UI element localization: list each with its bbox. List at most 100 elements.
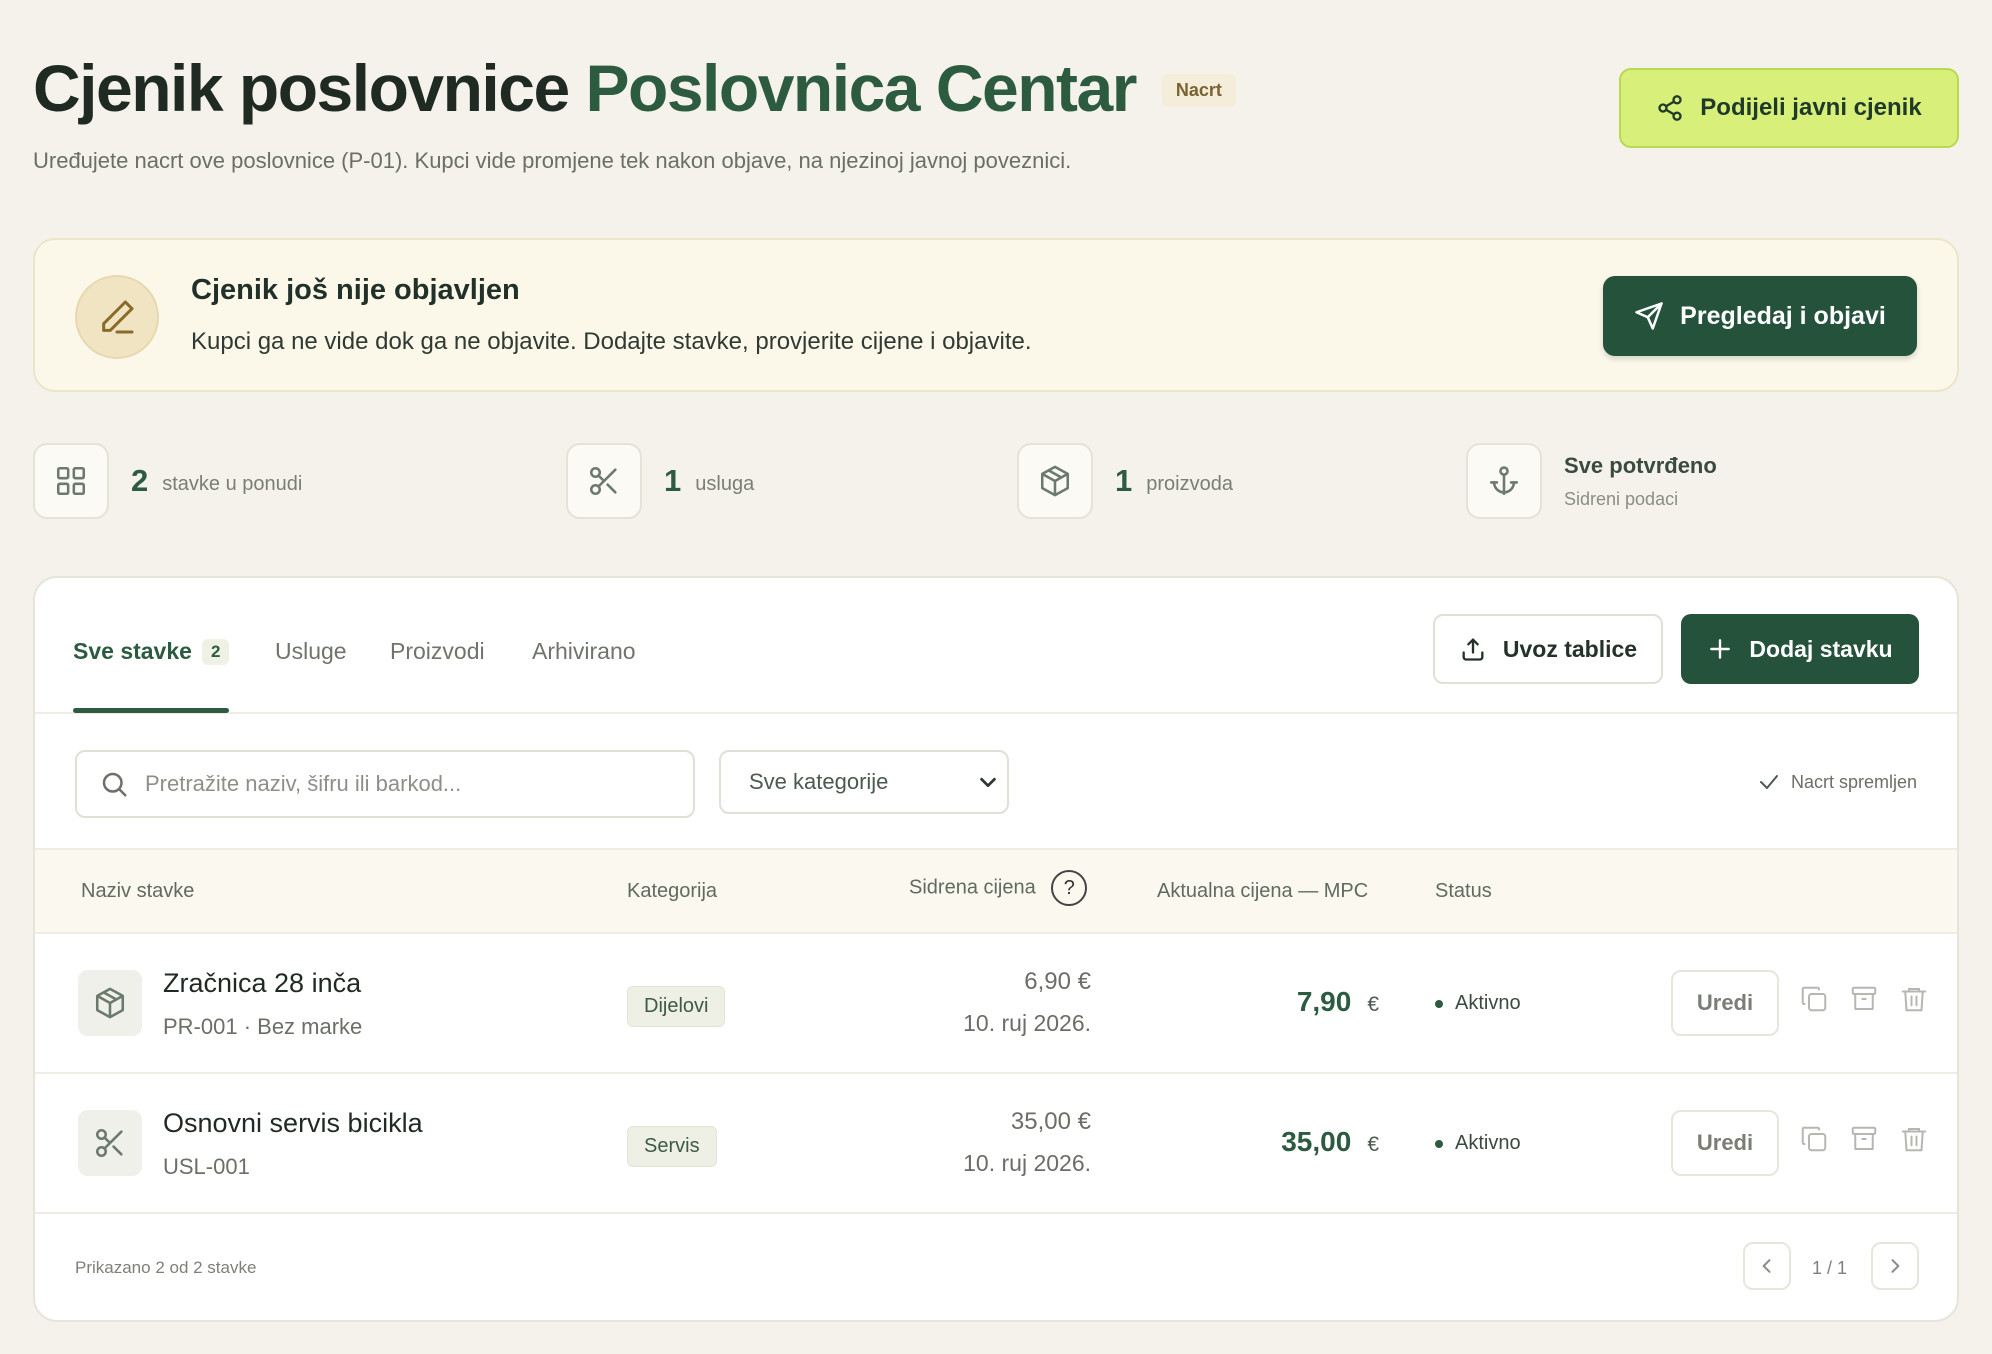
anchor-icon [1489,466,1519,496]
page-title-branch: Poslovnica Centar [585,51,1138,125]
row-type-icon-box [78,970,142,1036]
current-price-value: 7,90 [1296,986,1352,1017]
edit-button[interactable]: Uredi [1671,970,1779,1036]
stat-title: Sve potvrđeno [1564,452,1717,478]
draft-saved-indicator: Nacrt spremljen [1757,770,1917,794]
box-icon [1040,465,1070,497]
stat-value: 2 [131,463,149,498]
column-header-anchor-price-label: Sidrena cijena [909,876,1036,899]
stat-icon-box [566,443,642,519]
category-select-value: Sve kategorije [749,769,889,794]
share-icon [1658,95,1682,121]
stat-label: usluga [695,472,755,495]
import-button-label: Uvoz tablice [1502,635,1638,662]
column-header-current-price: Aktualna cijena — MPC [1157,880,1369,902]
archive-icon[interactable] [1849,1124,1879,1154]
tab-count-badge: 2 [201,639,230,665]
anchor-date: 10. ruj 2026. [963,1150,1091,1176]
help-icon[interactable]: ? [1051,870,1088,906]
scissors-icon [95,1128,123,1158]
tabs-bar: Sve stavke 2 Usluge Proizvodi Arhivirano … [35,578,1957,714]
table-header: Naziv stavke Kategorija Sidrena cijena ?… [35,850,1957,934]
page-title-main: Cjenik poslovnice [33,51,570,125]
archive-icon[interactable] [1849,984,1879,1014]
current-price: 7,90 € [1297,986,1379,1018]
status-indicator: Aktivno [1435,992,1521,1015]
chevron-left-icon [1762,1259,1771,1273]
table-row[interactable]: Zračnica 28 inča PR-001 · Bez marke Dije… [35,934,1957,1074]
stat-label: proizvoda [1146,472,1233,495]
currency-symbol: € [1367,993,1379,1016]
draft-saved-label: Nacrt spremljen [1790,771,1917,792]
item-name: Osnovni servis bicikla [163,1108,423,1138]
anchor-price: 6,90 € [1024,968,1091,995]
item-code: PR-001 · Bez marke [163,1014,363,1039]
share-button-label: Podijeli javni cjenik [1700,94,1922,121]
publish-button-label: Pregledaj i objavi [1680,301,1886,330]
status-dot [1435,1139,1443,1148]
category-select[interactable]: Sve kategorije [719,750,1009,814]
stat-services: 1 usluga [566,443,754,519]
current-price: 35,00 € [1281,1126,1379,1158]
scissors-icon [589,466,617,496]
trash-icon[interactable] [1899,984,1929,1014]
stat-value: 1 [664,463,682,498]
add-item-button[interactable]: Dodaj stavku [1681,614,1919,684]
current-price-value: 35,00 [1281,1126,1352,1157]
copy-icon[interactable] [1799,1124,1829,1154]
pencil-icon [102,300,134,334]
category-pill: Servis [627,1126,717,1167]
chevron-down-icon [980,777,996,788]
pagination-summary: Prikazano 2 od 2 stavke [75,1258,257,1277]
tab-products[interactable]: Proizvodi [390,638,485,665]
filter-bar: Sve kategorije Nacrt spremljen [35,714,1957,850]
stat-icon-box [1466,443,1542,519]
tab-label: Sve stavke [73,638,192,664]
category-pill: Dijelovi [627,986,726,1027]
upload-icon [1462,638,1484,661]
page-header: Cjenik poslovnice Poslovnica Centar Nacr… [33,52,1959,174]
page-title: Cjenik poslovnice Poslovnica Centar [33,51,1138,125]
stat-icon-box [1017,443,1093,519]
chevron-right-icon [1891,1259,1900,1273]
add-button-label: Dodaj stavku [1749,635,1893,662]
stat-value: 1 [1115,463,1133,498]
stat-icon-box [33,443,109,519]
item-name: Zračnica 28 inča [163,968,362,998]
edit-button[interactable]: Uredi [1671,1110,1779,1176]
next-page-button[interactable] [1871,1242,1919,1290]
copy-icon[interactable] [1799,984,1829,1014]
status-label: Aktivno [1455,1132,1521,1154]
review-and-publish-button[interactable]: Pregledaj i objavi [1603,276,1917,356]
column-header-status: Status [1435,880,1492,902]
stat-label: Sidreni podaci [1564,488,1679,509]
check-icon [1759,775,1778,789]
currency-symbol: € [1367,1133,1379,1156]
import-table-button[interactable]: Uvoz tablice [1433,614,1663,684]
column-header-name: Naziv stavke [81,880,195,902]
send-icon [1635,302,1663,330]
unpublished-banner: Cjenik još nije objavljen Kupci ga ne vi… [33,238,1959,392]
prev-page-button[interactable] [1743,1242,1791,1290]
stat-products: 1 proizvoda [1017,443,1233,519]
stat-label: stavke u ponudi [162,472,303,495]
stat-items: 2 stavke u ponudi [33,443,302,519]
share-public-pricelist-button[interactable]: Podijeli javni cjenik [1619,68,1959,148]
row-type-icon-box [78,1110,142,1176]
status-badge: Nacrt [1161,73,1236,107]
banner-text: Kupci ga ne vide dok ga ne objavite. Dod… [191,328,1032,355]
anchor-price: 35,00 € [1010,1108,1091,1135]
banner-title: Cjenik još nije objavljen [191,274,520,306]
trash-icon[interactable] [1899,1124,1929,1154]
status-indicator: Aktivno [1435,1132,1521,1155]
plus-icon [1710,639,1731,659]
table-row[interactable]: Osnovni servis bicikla USL-001 Servis 35… [35,1074,1957,1214]
tab-services[interactable]: Usluge [275,638,347,665]
box-icon [95,987,125,1019]
page-indicator: 1 / 1 [1811,1258,1847,1278]
tab-archived[interactable]: Arhivirano [532,638,636,665]
grid-icon [56,466,86,496]
tab-all-items[interactable]: Sve stavke 2 [73,638,230,665]
search-input[interactable] [145,771,665,797]
stat-anchor-data: Sve potvrđeno Sidreni podaci [1466,443,1717,519]
